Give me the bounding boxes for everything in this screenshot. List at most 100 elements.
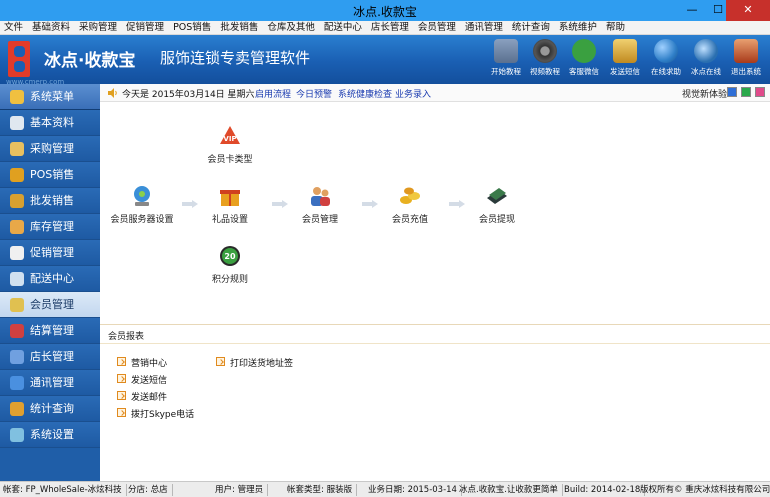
menu-manager[interactable]: 店长管理 <box>367 21 414 35</box>
sidebar-item-member[interactable]: 会员管理 <box>0 292 100 318</box>
sidebar-item-purchase[interactable]: 采购管理 <box>0 136 100 162</box>
close-button[interactable]: ✕ <box>726 0 770 21</box>
health-check-link[interactable]: 系统健康检查 <box>338 87 392 100</box>
sidebar-item-label: 基本资料 <box>30 116 74 129</box>
marketing-center-link[interactable]: 营销中心 <box>117 356 167 369</box>
status-branch: 分店: 总店 <box>128 484 173 496</box>
arrow-box-icon <box>117 374 126 383</box>
sidebar-item-label: 通讯管理 <box>30 376 74 389</box>
member-report-panel: 会员报表 营销中心 发送短信 发送邮件 拨打Skype电话 打印送货地址签 <box>100 324 770 481</box>
member-server-node[interactable]: 会员服务器设置 <box>102 184 182 225</box>
sidebar-header-label: 系统菜单 <box>30 90 74 103</box>
business-entry-link[interactable]: 业务录入 <box>395 87 431 100</box>
communication-icon <box>10 376 24 390</box>
sidebar-item-promotion[interactable]: 促销管理 <box>0 240 100 266</box>
menu-warehouse[interactable]: 仓库及其他 <box>263 21 320 35</box>
menu-member[interactable]: 会员管理 <box>414 21 461 35</box>
member-management-node[interactable]: 会员管理 <box>280 184 360 225</box>
wholesale-icon <box>10 194 24 208</box>
today-date: 今天是 2015年03月14日 星期六 <box>122 90 255 100</box>
promotion-icon <box>10 246 24 260</box>
node-label: 会员卡类型 <box>207 155 253 165</box>
person-globe-icon <box>694 39 718 63</box>
exit-icon <box>734 39 758 63</box>
status-build: Build: 2014-02-18 <box>564 484 646 496</box>
member-withdraw-node[interactable]: 会员提现 <box>457 184 537 225</box>
gift-settings-node[interactable]: 礼品设置 <box>190 184 270 225</box>
points-rules-node[interactable]: 20 积分规则 <box>190 244 270 285</box>
print-address-label-link[interactable]: 打印送货地址签 <box>216 356 293 369</box>
wechat-icon <box>572 39 596 63</box>
status-bar: 帐套: FP_WholeSale-冰炫科技 分店: 总店 用户: 管理员 帐套类… <box>0 481 770 497</box>
menu-delivery[interactable]: 配送中心 <box>320 21 367 35</box>
menu-communication[interactable]: 通讯管理 <box>461 21 508 35</box>
node-label: 会员提现 <box>478 215 515 225</box>
sidebar: 系统菜单 基本资料采购管理 POS销售 批发销售 库存管理促销管理配送中心会员管理结算… <box>0 84 100 481</box>
link-label: 营销中心 <box>131 359 168 369</box>
node-label: 礼品设置 <box>211 215 248 225</box>
wechat-support-button[interactable]: 客服微信 <box>564 39 604 77</box>
minimize-button[interactable]: — <box>678 0 706 21</box>
menu-file[interactable]: 文件 <box>0 21 28 35</box>
menu-system[interactable]: 系统维护 <box>555 21 602 35</box>
menu-statistics[interactable]: 统计查询 <box>508 21 555 35</box>
warehouse-icon <box>10 220 24 234</box>
purchase-icon <box>10 142 24 156</box>
menu-promotion[interactable]: 促销管理 <box>122 21 169 35</box>
flow-arrow-icon <box>272 200 288 208</box>
sidebar-item-warehouse[interactable]: 库存管理 <box>0 214 100 240</box>
flow-arrow-icon <box>182 200 198 208</box>
sidebar-item-settings[interactable]: 系统设置 <box>0 422 100 448</box>
sidebar-item-settlement[interactable]: 结算管理 <box>0 318 100 344</box>
skype-call-link[interactable]: 拨打Skype电话 <box>117 407 194 420</box>
menu-wholesale[interactable]: 批发销售 <box>216 21 263 35</box>
sidebar-item-wholesale[interactable]: 批发销售 <box>0 188 100 214</box>
exit-system-button[interactable]: 退出系统 <box>726 39 766 77</box>
theme-swatch-blue[interactable] <box>727 87 737 97</box>
send-email-link[interactable]: 发送邮件 <box>117 390 167 403</box>
sidebar-item-label: 会员管理 <box>30 298 74 311</box>
visual-theme-label: 视觉新体验 <box>682 90 728 100</box>
tool-label: 开始教程 <box>491 67 521 76</box>
arrow-box-icon <box>216 357 225 366</box>
status-business-date: 业务日期: 2015-03-14 <box>368 484 462 496</box>
startup-flow-link[interactable]: 启用流程 <box>255 87 291 100</box>
theme-swatch-pink[interactable] <box>755 87 765 97</box>
send-sms-button[interactable]: 发送短信 <box>605 39 645 77</box>
menu-pos-sales[interactable]: POS销售 <box>169 21 216 35</box>
today-alert-link[interactable]: 今日预警 <box>296 87 332 100</box>
status-account: 帐套: FP_WholeSale-冰炫科技 <box>3 484 127 496</box>
menu-base-info[interactable]: 基础资料 <box>28 21 75 35</box>
sidebar-item-manager[interactable]: 店长管理 <box>0 344 100 370</box>
tool-label: 退出系统 <box>731 67 761 76</box>
sidebar-item-statistics[interactable]: 统计查询 <box>0 396 100 422</box>
sidebar-item-dollar[interactable]: POS销售 <box>0 162 100 188</box>
member-card-type-node[interactable]: VIP 会员卡类型 <box>190 124 270 165</box>
menu-purchase[interactable]: 采购管理 <box>75 21 122 35</box>
bingdian-online-button[interactable]: 冰点在线 <box>686 39 726 77</box>
manager-icon <box>10 350 24 364</box>
video-tutorial-button[interactable]: 视频教程 <box>525 39 565 77</box>
info-bar: 今天是 2015年03月14日 星期六 启用流程 今日预警 系统健康检查 业务录… <box>100 84 770 102</box>
online-help-button[interactable]: 在线求助 <box>646 39 686 77</box>
tool-label: 发送短信 <box>610 67 640 76</box>
sidebar-item-communication[interactable]: 通讯管理 <box>0 370 100 396</box>
tool-label: 在线求助 <box>651 67 681 76</box>
points-badge-text: 20 <box>224 252 236 261</box>
sidebar-header[interactable]: 系统菜单 <box>0 84 100 110</box>
theme-swatch-green[interactable] <box>741 87 751 97</box>
brand-tagline: 服饰连锁专卖管理软件 <box>160 49 311 67</box>
points-badge-icon: 20 <box>220 246 240 266</box>
sidebar-item-base-info[interactable]: 基本资料 <box>0 110 100 136</box>
delivery-icon <box>10 272 24 286</box>
start-tutorial-button[interactable]: 开始教程 <box>486 39 526 77</box>
tool-label: 冰点在线 <box>691 67 721 76</box>
send-sms-link[interactable]: 发送短信 <box>117 373 167 386</box>
link-label: 发送邮件 <box>131 393 168 403</box>
cash-stack-icon <box>487 188 507 204</box>
sidebar-item-delivery[interactable]: 配送中心 <box>0 266 100 292</box>
menu-help[interactable]: 帮助 <box>602 21 630 35</box>
sidebar-item-label: 促销管理 <box>30 246 74 259</box>
member-flow-panel: VIP 会员卡类型 会员服务器设置 礼品设置 会员管理 会员充值 会员提现 20… <box>100 102 770 324</box>
member-recharge-node[interactable]: 会员充值 <box>370 184 450 225</box>
